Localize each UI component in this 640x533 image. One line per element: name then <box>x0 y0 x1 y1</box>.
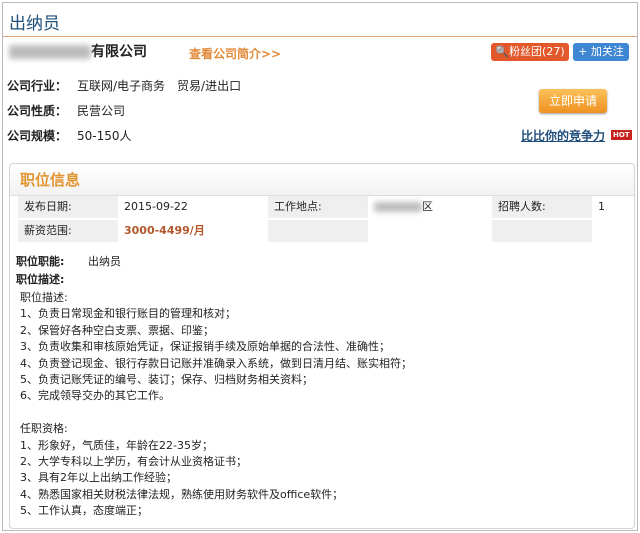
fans-label: 粉丝团(27) <box>509 45 565 58</box>
section-header: 职位信息 <box>10 164 634 196</box>
fans-button[interactable]: 🔍粉丝团(27) <box>491 43 569 61</box>
empty-cell <box>592 220 628 242</box>
nature-label: 公司性质： <box>7 104 68 118</box>
redacted-location <box>374 202 422 212</box>
page-title: 出纳员 <box>9 14 60 34</box>
location-text: 区 <box>422 200 433 213</box>
job-description: 职位描述: 1、负责日常现金和银行账目的管理和核对； 2、保管好各种空白支票、票据、… <box>20 290 412 519</box>
title-bar: 出纳员 <box>3 3 637 37</box>
description-line: 职位描述: <box>20 291 68 304</box>
description-line: 4、熟悉国家相关财税法律法规，熟练使用财务软件及office软件； <box>20 487 344 501</box>
desc-label: 职位描述: <box>16 273 65 286</box>
compete-link[interactable]: 比比你的竞争力 <box>521 127 605 144</box>
function-label: 职位职能: <box>16 255 65 268</box>
hot-badge: HOT <box>611 130 632 140</box>
company-name-suffix: 有限公司 <box>91 44 147 60</box>
headcount-value: 1 <box>592 196 628 218</box>
job-detail-panel: 出纳员 有限公司 查看公司简介>> 🔍粉丝团(27) + 加关注 公司行业： 互… <box>2 2 638 531</box>
location-value: 区 <box>368 196 492 218</box>
empty-cell <box>492 220 592 242</box>
date-value: 2015-09-22 <box>118 196 268 218</box>
follow-button[interactable]: + 加关注 <box>573 43 629 61</box>
function-value: 出纳员 <box>88 255 121 268</box>
company-name: 有限公司 <box>9 41 147 61</box>
apply-button[interactable]: 立即申请 <box>539 89 607 113</box>
empty-cell <box>368 220 492 242</box>
description-line: 1、形象好，气质佳，年龄在22-35岁； <box>20 438 213 452</box>
description-line: 1、负责日常现金和银行账目的管理和核对； <box>20 307 236 321</box>
description-line: 6、完成领导交办的其它工作。 <box>20 389 170 403</box>
description-line <box>20 405 412 421</box>
location-label: 工作地点: <box>268 196 368 218</box>
description-line: 4、负责登记现金、银行存款日记账并准确录入系统，做到日清月结、账实相符； <box>20 356 412 370</box>
job-info-section: 职位信息 发布日期: 2015-09-22 工作地点: 区 招聘人数: 1 薪资… <box>9 163 635 529</box>
description-line: 2、大学专科以上学历，有会计从业资格证书； <box>20 454 247 468</box>
description-line: 5、工作认真，态度端正； <box>20 504 148 518</box>
description-line: 2、保管好各种空白支票、票据、印鉴； <box>20 323 214 337</box>
section-title: 职位信息 <box>20 171 81 189</box>
empty-cell <box>268 220 368 242</box>
redacted-name <box>9 45 91 59</box>
description-line: 任职资格: <box>20 422 68 436</box>
headcount-label: 招聘人数: <box>492 196 592 218</box>
description-line: 5、负责记账凭证的编号、装订；保存、归档财务相关资料； <box>20 372 313 386</box>
size-label: 公司规模： <box>7 129 68 143</box>
industry-value: 互联网/电子商务 贸易/进出口 <box>77 79 242 93</box>
salary-label: 薪资范围: <box>18 220 118 242</box>
salary-value: 3000-4499/月 <box>118 220 268 242</box>
description-line: 3、具有2年以上出纳工作经验； <box>20 471 177 485</box>
nature-value: 民营公司 <box>77 104 126 118</box>
description-line: 3、负责收集和审核原始凭证，保证报销手续及原始单据的合法性、准确性； <box>20 340 390 354</box>
industry-label: 公司行业： <box>7 79 68 93</box>
company-intro-link[interactable]: 查看公司简介>> <box>189 45 281 62</box>
size-value: 50-150人 <box>77 129 132 143</box>
date-label: 发布日期: <box>18 196 118 218</box>
search-icon: 🔍 <box>495 45 510 58</box>
